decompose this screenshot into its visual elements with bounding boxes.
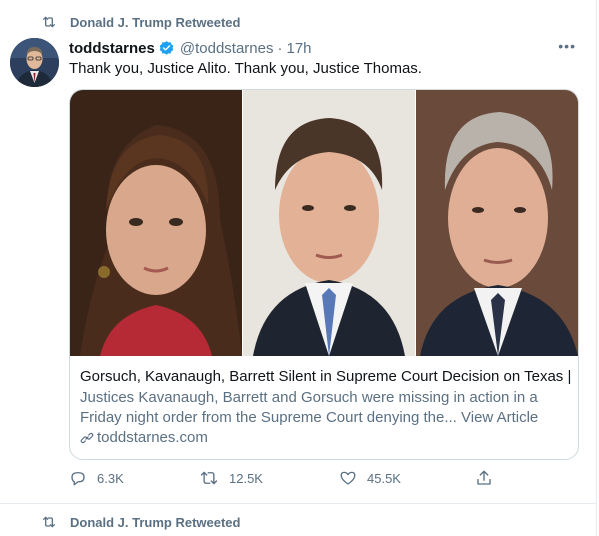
- retweet-banner: Donald J. Trump Retweeted: [38, 12, 240, 32]
- link-card[interactable]: Gorsuch, Kavanaugh, Barrett Silent in Su…: [69, 89, 579, 460]
- tweet-header: toddstarnes @toddstarnes · 17h: [69, 38, 312, 58]
- share-icon: [477, 470, 491, 485]
- retweet-banner-text[interactable]: Donald J. Trump Retweeted: [70, 15, 240, 30]
- more-options-icon[interactable]: •••: [558, 38, 576, 54]
- heart-icon: [340, 471, 356, 485]
- timestamp[interactable]: 17h: [286, 40, 311, 57]
- card-domain: toddstarnes.com: [80, 429, 572, 446]
- user-handle[interactable]: @toddstarnes: [180, 40, 274, 57]
- next-retweet-banner: Donald J. Trump Retweeted: [38, 512, 240, 532]
- display-name[interactable]: toddstarnes: [69, 40, 155, 57]
- retweet-icon: [200, 471, 218, 485]
- separator-dot: ·: [277, 39, 283, 57]
- tweet[interactable]: Donald J. Trump Retweeted toddstarnes @t…: [0, 0, 596, 504]
- retweet-icon: [43, 516, 55, 528]
- card-domain-text: toddstarnes.com: [97, 429, 208, 446]
- like-button[interactable]: 45.5K: [339, 469, 401, 487]
- tweet-text: Thank you, Justice Alito. Thank you, Jus…: [69, 60, 422, 77]
- reply-icon: [71, 472, 85, 486]
- portrait-left: [70, 90, 242, 356]
- verified-badge-icon: [159, 40, 174, 55]
- portrait-right: [416, 90, 578, 356]
- link-icon: [80, 432, 94, 443]
- card-image[interactable]: [70, 90, 578, 356]
- tweet-actions: 6.3K 12.5K 45.5K: [69, 469, 509, 491]
- reply-count: 6.3K: [97, 470, 124, 486]
- card-description: Justices Kavanaugh, Barrett and Gorsuch …: [80, 389, 539, 426]
- retweet-button[interactable]: 12.5K: [199, 469, 263, 487]
- retweet-count: 12.5K: [229, 470, 263, 486]
- share-button[interactable]: [475, 469, 503, 487]
- card-title[interactable]: Gorsuch, Kavanaugh, Barrett Silent in Su…: [80, 368, 572, 385]
- reply-button[interactable]: 6.3K: [69, 469, 124, 487]
- avatar[interactable]: [10, 38, 59, 87]
- timeline: Donald J. Trump Retweeted toddstarnes @t…: [0, 0, 599, 536]
- portrait-middle: [243, 90, 415, 356]
- timeline-border: [596, 0, 597, 536]
- next-retweet-banner-text[interactable]: Donald J. Trump Retweeted: [70, 515, 240, 530]
- card-body[interactable]: Gorsuch, Kavanaugh, Barrett Silent in Su…: [80, 368, 572, 446]
- retweet-icon: [43, 16, 55, 28]
- like-count: 45.5K: [367, 470, 401, 486]
